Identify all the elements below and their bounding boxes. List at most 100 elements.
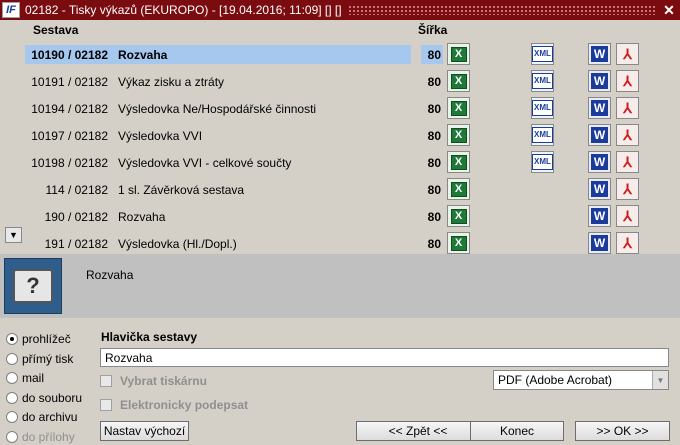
- word-icon: W: [591, 208, 608, 224]
- pdf-export-button[interactable]: ⅄: [616, 178, 639, 200]
- excel-icon: X: [450, 235, 467, 251]
- header-input[interactable]: Rozvaha: [100, 348, 669, 367]
- output-option-label: prohlížeč: [22, 332, 71, 346]
- output-option[interactable]: do archivu: [6, 409, 77, 425]
- pdf-export-button[interactable]: ⅄: [616, 70, 639, 92]
- xml-export-button[interactable]: XML: [531, 124, 554, 146]
- radio-button[interactable]: [6, 411, 18, 423]
- word-icon: W: [591, 100, 608, 116]
- checkbox-box: [100, 399, 112, 411]
- back-button[interactable]: << Zpět <<: [356, 421, 480, 441]
- report-name: Rozvaha: [118, 210, 166, 224]
- report-code: 10198 / 02182: [31, 156, 108, 170]
- word-icon: W: [591, 154, 608, 170]
- report-width: 80: [427, 156, 441, 170]
- ok-button[interactable]: >> OK >>: [575, 421, 670, 441]
- xml-export-button[interactable]: XML: [531, 70, 554, 92]
- chevron-down-icon[interactable]: ▼: [652, 371, 668, 389]
- excel-icon: X: [450, 181, 467, 197]
- excel-export-button[interactable]: X: [447, 43, 470, 65]
- radio-button[interactable]: [6, 372, 18, 384]
- report-width: 80: [427, 183, 441, 197]
- printer-icon: ?: [4, 258, 62, 314]
- pdf-export-button[interactable]: ⅄: [616, 97, 639, 119]
- select-printer-checkbox[interactable]: Vybrat tiskárnu: [100, 373, 207, 389]
- xml-export-button[interactable]: XML: [531, 43, 554, 65]
- pdf-export-button[interactable]: ⅄: [616, 205, 639, 227]
- pdf-export-button[interactable]: ⅄: [616, 124, 639, 146]
- word-export-button[interactable]: W: [588, 97, 611, 119]
- output-option[interactable]: mail: [6, 370, 44, 386]
- output-option[interactable]: prohlížeč: [6, 331, 71, 347]
- report-code: 10194 / 02182: [31, 102, 108, 116]
- word-export-button[interactable]: W: [588, 178, 611, 200]
- report-width: 80: [427, 48, 441, 62]
- report-width: 80: [427, 75, 441, 89]
- word-icon: W: [591, 127, 608, 143]
- pdf-export-button[interactable]: ⅄: [616, 232, 639, 254]
- report-width: 80: [427, 210, 441, 224]
- excel-export-button[interactable]: X: [447, 232, 470, 254]
- output-option: do přílohy: [6, 429, 75, 445]
- radio-button[interactable]: [6, 391, 18, 404]
- header-label: Hlavička sestavy: [101, 330, 198, 344]
- pdf-export-button[interactable]: ⅄: [616, 43, 639, 65]
- word-export-button[interactable]: W: [588, 151, 611, 173]
- excel-export-button[interactable]: X: [447, 205, 470, 227]
- scroll-down-icon[interactable]: ▼: [5, 227, 22, 243]
- close-icon[interactable]: ✕: [661, 2, 677, 19]
- pdf-export-button[interactable]: ⅄: [616, 151, 639, 173]
- word-export-button[interactable]: W: [588, 232, 611, 254]
- excel-export-button[interactable]: X: [447, 124, 470, 146]
- report-row[interactable]: 10198 / 02182 Výsledovka VVI - celkové so…: [0, 149, 680, 176]
- report-width: 80: [427, 129, 441, 143]
- defaults-button[interactable]: Nastav výchozí: [100, 421, 189, 441]
- end-button[interactable]: Konec: [470, 421, 564, 441]
- xml-icon: XML: [532, 46, 553, 62]
- excel-export-button[interactable]: X: [447, 178, 470, 200]
- xml-icon: XML: [532, 73, 553, 89]
- column-header-sestava: Sestava: [33, 23, 79, 37]
- word-export-button[interactable]: W: [588, 205, 611, 227]
- report-name: Výkaz zisku a ztráty: [118, 75, 225, 89]
- excel-export-button[interactable]: X: [447, 70, 470, 92]
- report-row[interactable]: 10191 / 02182 Výkaz zisku a ztráty 80 X XML W…: [0, 68, 680, 95]
- report-width: 80: [427, 102, 441, 116]
- excel-export-button[interactable]: X: [447, 97, 470, 119]
- xml-export-button[interactable]: XML: [531, 151, 554, 173]
- xml-export-button[interactable]: XML: [531, 97, 554, 119]
- excel-icon: X: [450, 100, 467, 116]
- report-row[interactable]: 10194 / 02182 Výsledovka Ne/Hospodářské č…: [0, 95, 680, 122]
- excel-icon: X: [450, 73, 467, 89]
- report-row[interactable]: 190 / 02182 Rozvaha 80 X W ⅄: [0, 203, 680, 230]
- word-export-button[interactable]: W: [588, 70, 611, 92]
- radio-button[interactable]: [6, 352, 18, 365]
- title-bar: IF 02182 - Tisky výkazů (EKUROPO) - [19.…: [0, 0, 680, 20]
- report-row[interactable]: 10190 / 02182 Rozvaha 80 X XML W ⅄: [0, 41, 680, 68]
- report-name: 1 sl. Závěrková sestava: [118, 183, 245, 197]
- report-row[interactable]: 10197 / 02182 Výsledovka VVI 80 X XML W ⅄: [0, 122, 680, 149]
- word-icon: W: [591, 46, 608, 62]
- output-option-label: do přílohy: [22, 429, 75, 444]
- excel-export-button[interactable]: X: [447, 151, 470, 173]
- word-icon: W: [591, 235, 608, 251]
- output-option[interactable]: do souboru: [6, 390, 82, 406]
- checkbox-box: [100, 375, 112, 387]
- word-export-button[interactable]: W: [588, 124, 611, 146]
- report-name: Výsledovka VVI: [118, 129, 203, 143]
- pdf-icon: ⅄: [623, 208, 632, 224]
- word-export-button[interactable]: W: [588, 43, 611, 65]
- xml-icon: XML: [532, 154, 553, 170]
- column-header-sirka: Šířka: [418, 23, 448, 37]
- report-row[interactable]: 191 / 02182 Výsledovka (Hl./Dopl.) 80 X W ⅄: [0, 230, 680, 257]
- output-option-label: do souboru: [22, 390, 83, 405]
- output-option-label: mail: [22, 371, 45, 385]
- excel-icon: X: [450, 154, 467, 170]
- report-row[interactable]: 114 / 02182 1 sl. Závěrková sestava 80 X W ⅄: [0, 176, 680, 203]
- output-format-select[interactable]: PDF (Adobe Acrobat) ▼: [493, 370, 669, 390]
- e-sign-checkbox[interactable]: Elektronicky podepsat: [100, 397, 248, 413]
- output-option[interactable]: přímý tisk: [6, 351, 73, 367]
- question-mark-icon: ?: [13, 269, 53, 303]
- output-option-label: přímý tisk: [22, 351, 74, 366]
- radio-button[interactable]: [6, 333, 18, 345]
